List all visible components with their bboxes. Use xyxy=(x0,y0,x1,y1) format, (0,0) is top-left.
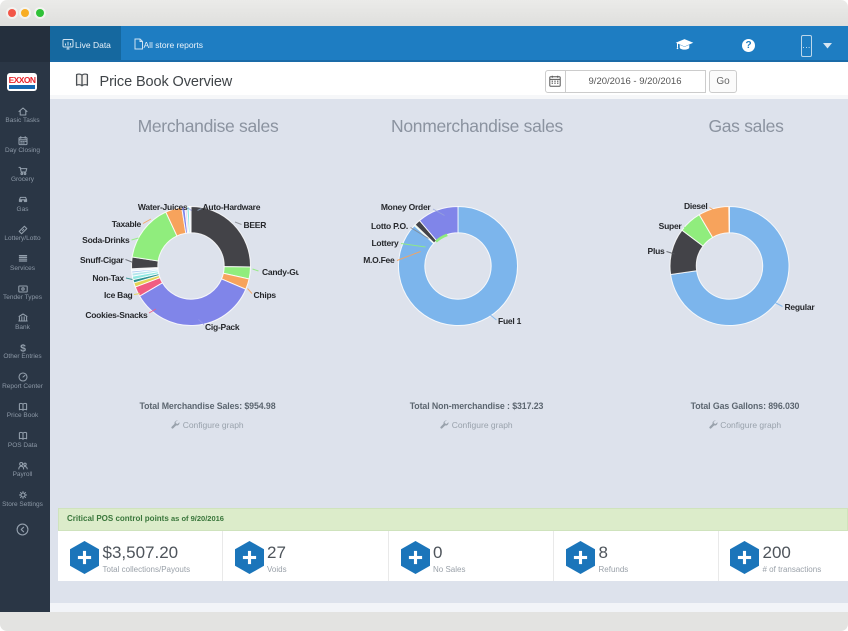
svg-text:$: $ xyxy=(20,342,26,354)
